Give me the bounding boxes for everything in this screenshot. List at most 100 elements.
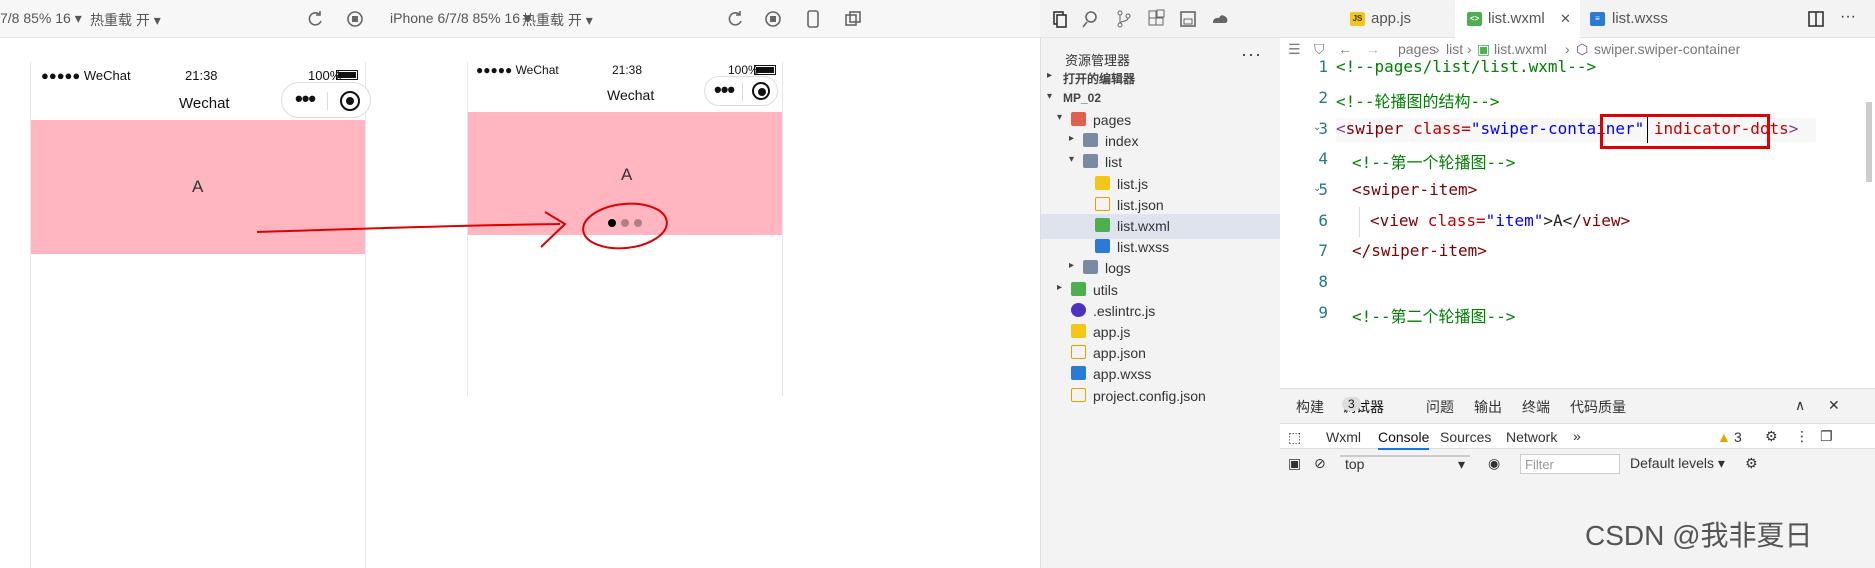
scrollbar[interactable] — [1866, 102, 1872, 182]
extensions-icon[interactable] — [1146, 9, 1166, 29]
devtools-tabs: ⬚ Wxml Console Sources Network » ▲ 3 ⚙ ⋮… — [1280, 423, 1875, 450]
code-editor[interactable]: 1 2 3 4 5 6 7 8 9 ⌄ ⌄ <!--pages/list/lis… — [1280, 57, 1875, 388]
line-number: 8 — [1318, 272, 1328, 291]
code-line-7: </swiper-item> — [1352, 241, 1487, 260]
tab-sources[interactable]: Sources — [1440, 429, 1491, 445]
tree-item-label: index — [1105, 133, 1139, 150]
tree-item-label: logs — [1105, 260, 1131, 277]
highlight-box — [1600, 114, 1770, 149]
tree-item-label: app.json — [1093, 345, 1146, 362]
symbol-icon: ⬡ — [1576, 41, 1589, 57]
code-line-2: <!--轮播图的结构--> — [1336, 92, 1500, 111]
storage-icon[interactable] — [1178, 9, 1198, 29]
chevron-down-icon[interactable]: ▾ — [1069, 154, 1074, 165]
source-control-icon[interactable] — [1114, 9, 1134, 29]
sidebar-toggle-icon[interactable]: ▣ — [1288, 455, 1301, 472]
wxss-file-icon — [1095, 239, 1110, 254]
line-number: 6 — [1318, 211, 1328, 230]
line-number: 2 — [1318, 88, 1328, 107]
code-line-5: <swiper-item> — [1352, 180, 1478, 199]
tab-app-js[interactable]: JS app.js — [1315, 0, 1455, 38]
folder-icon — [1083, 133, 1098, 148]
tab-code-quality[interactable]: 代码质量 — [1570, 397, 1626, 417]
code-line-4: <!--第一个轮播图--> — [1352, 153, 1516, 172]
editor-tabs: JS app.js <> list.wxml ✕ ≡ list.wxss ··· — [1280, 0, 1875, 38]
tab-list-wxml[interactable]: <> list.wxml ✕ — [1455, 0, 1580, 38]
line-number: 1 — [1318, 57, 1328, 76]
tree-item-label: pages — [1093, 112, 1132, 128]
list-icon[interactable]: ☰ — [1288, 41, 1301, 58]
json-file-icon — [1095, 196, 1110, 211]
js-file-icon — [1095, 175, 1110, 190]
tab-terminal[interactable]: 终端 — [1522, 397, 1550, 417]
files-icon[interactable] — [1050, 9, 1070, 29]
watermark: CSDN @我非夏日 — [1585, 520, 1813, 551]
console-toolbar: ▣ ⊘ top ▾ ◉ Filter Default levels ▾ ⚙ — [1280, 451, 1875, 475]
chevron-down-icon[interactable]: ▾ — [1057, 112, 1062, 123]
collapse-icon[interactable]: ∧ — [1795, 397, 1805, 414]
levels-select[interactable]: Default levels ▾ — [1630, 455, 1725, 472]
tab-problems[interactable]: 问题 — [1426, 397, 1454, 417]
tree-item-label: .eslintrc.js — [1093, 302, 1156, 319]
code-line-9: <!--第二个轮播图--> — [1352, 307, 1516, 326]
warning-icon[interactable]: ▲ — [1717, 429, 1731, 445]
context-select[interactable]: top ▾ — [1340, 455, 1470, 472]
inspect-icon[interactable]: ⬚ — [1288, 429, 1301, 446]
eye-icon[interactable]: ◉ — [1488, 455, 1500, 472]
tree-item-label: list.json — [1117, 196, 1164, 213]
more-actions-icon[interactable]: ··· — [1840, 8, 1856, 26]
json-file-icon — [1071, 387, 1086, 402]
tab-network[interactable]: Network — [1506, 429, 1557, 445]
crumb-symbol[interactable]: swiper.swiper-container — [1594, 41, 1740, 57]
tab-output[interactable]: 输出 — [1474, 397, 1502, 417]
bookmark-icon[interactable]: ⛉ — [1314, 41, 1325, 58]
tree-item[interactable]: project.config.json — [1041, 384, 1281, 409]
undock-icon[interactable]: ❐ — [1820, 428, 1833, 445]
forward-icon[interactable]: → — [1366, 41, 1380, 57]
folder-icon — [1083, 260, 1098, 275]
settings-icon[interactable]: ⚙ — [1765, 428, 1778, 445]
close-icon[interactable]: ✕ — [1560, 11, 1571, 27]
more-tabs-icon[interactable]: » — [1573, 428, 1581, 444]
more-icon[interactable]: ··· — [1241, 44, 1262, 65]
explorer-panel: 资源管理器 ··· ▸ 打开的编辑器 ▾ MP_02 ▾ pages ▸ index ▾… — [1040, 38, 1281, 568]
phone-icon[interactable] — [803, 9, 823, 29]
line-number: 9 — [1318, 303, 1328, 322]
chevron-right-icon[interactable]: ▸ — [1069, 133, 1074, 144]
tree-item-label: list — [1105, 154, 1123, 171]
fold-icon[interactable]: ⌄ — [1313, 183, 1321, 194]
tab-wxml[interactable]: Wxml — [1326, 429, 1361, 445]
window-icon[interactable] — [843, 9, 863, 29]
chevron-right-icon[interactable]: ▸ — [1069, 260, 1074, 271]
tab-list-wxss[interactable]: ≡ list.wxss — [1580, 0, 1700, 38]
console-settings-icon[interactable]: ⚙ — [1745, 455, 1758, 472]
eslint-icon — [1071, 302, 1086, 317]
close-icon[interactable]: ✕ — [1828, 397, 1840, 414]
code-line-6: <view class="item">A</view> — [1370, 211, 1631, 230]
line-number: 7 — [1318, 241, 1328, 260]
search-icon[interactable] — [1082, 9, 1102, 29]
crumb-list[interactable]: list — [1446, 41, 1463, 57]
tree-item-label: app.wxss — [1093, 366, 1152, 383]
wxss-file-icon — [1071, 366, 1086, 381]
fold-icon[interactable]: ⌄ — [1313, 122, 1321, 133]
js-file-icon — [1071, 324, 1086, 338]
crumb-pages[interactable]: pages — [1398, 41, 1436, 57]
line-number: 4 — [1318, 149, 1328, 168]
tree-item-label: list.js — [1117, 175, 1149, 192]
more-vert-icon[interactable]: ⋮ — [1795, 428, 1809, 445]
folder-icon — [1071, 281, 1086, 296]
warning-count: 3 — [1734, 429, 1742, 445]
tab-console[interactable]: Console — [1378, 429, 1430, 450]
js-file-icon: JS — [1350, 12, 1365, 26]
tab-build[interactable]: 构建 — [1296, 397, 1324, 417]
back-icon[interactable]: ← — [1338, 41, 1352, 57]
split-editor-icon[interactable] — [1806, 9, 1826, 29]
chevron-right-icon[interactable]: ▸ — [1057, 282, 1062, 293]
tree-item-label: project.config.json — [1093, 387, 1206, 404]
filter-input[interactable]: Filter — [1520, 454, 1620, 474]
clear-console-icon[interactable]: ⊘ — [1314, 455, 1326, 472]
crumb-file[interactable]: list.wxml — [1494, 41, 1547, 57]
cloud-icon[interactable] — [1210, 9, 1230, 29]
tree-item-label: utils — [1093, 281, 1118, 298]
